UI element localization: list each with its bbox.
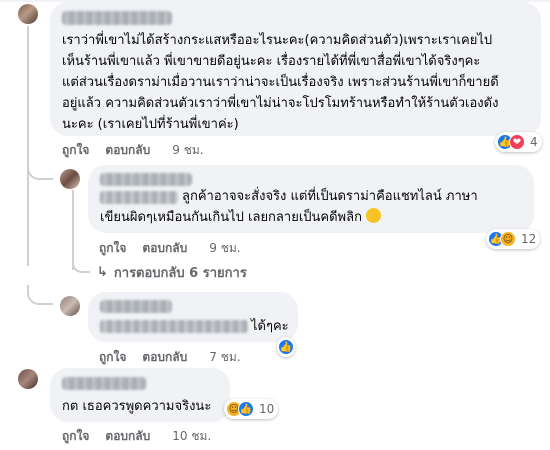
comment-bubble: ลูกค้าอาจจะสั่งจริง แต่ที่เป็นดราม่าคือแ… xyxy=(88,165,534,233)
reaction-count: 12 xyxy=(521,232,537,246)
comment-line: แต่ส่วนเรื่องดราม่าเมื่อวานเราว่าน่าจะเป… xyxy=(62,75,499,90)
comment-text: เขียนผิดๆเหมือนกันเกินไป เลยกลายเป็นคดีพ… xyxy=(100,207,530,228)
commenter-name[interactable] xyxy=(100,173,192,186)
like-button[interactable]: ถูกใจ xyxy=(62,427,89,446)
view-replies-label: การตอบกลับ 6 รายการ xyxy=(113,266,247,281)
timestamp[interactable]: 9 ชม. xyxy=(209,239,240,258)
comment-text: ลูกค้าอาจจะสั่งจริง แต่ที่เป็นดราม่าคือแ… xyxy=(182,186,532,207)
haha-icon: ☺ xyxy=(500,231,516,247)
comment-line: นะคะ (เราเคยไปที่ร้านพี่เขาค่ะ) xyxy=(62,117,239,132)
like-icon: 👍 xyxy=(278,339,294,355)
commenter-name[interactable] xyxy=(62,377,146,390)
comment-bubble: กต เธอควรพูดความจริงนะ xyxy=(50,368,230,422)
comment-actions: ถูกใจ ตอบกลับ 9 ชม. xyxy=(99,239,241,258)
thread-line xyxy=(27,26,29,266)
like-button[interactable]: ถูกใจ xyxy=(99,348,126,367)
timestamp[interactable]: 9 ชม. xyxy=(172,141,203,160)
thread-curve xyxy=(27,160,53,180)
comment-actions: ถูกใจ ตอบกลับ 7 ชม. xyxy=(99,348,241,367)
like-icon: 👍 xyxy=(238,401,254,417)
thread-curve xyxy=(72,258,90,273)
avatar[interactable] xyxy=(18,369,38,389)
comment-actions: ถูกใจ ตอบกลับ 9 ชม. xyxy=(62,141,204,160)
thread-curve xyxy=(27,285,53,305)
comment-text: ได้ๆคะ xyxy=(251,319,289,334)
tagged-name[interactable] xyxy=(100,320,248,333)
comment-line: เราว่าพี่เขาไม่ได้สร้างกระแสหรืออะไรนะคะ… xyxy=(62,33,493,48)
like-button[interactable]: ถูกใจ xyxy=(62,141,89,160)
reply-button[interactable]: ตอบกลับ xyxy=(142,348,187,367)
timestamp[interactable]: 7 ชม. xyxy=(209,348,240,367)
timestamp[interactable]: 10 ชม. xyxy=(172,427,211,446)
love-icon: ❤ xyxy=(509,134,525,150)
grin-emoji-icon xyxy=(366,208,382,223)
commenter-name[interactable] xyxy=(62,11,172,25)
reaction-summary[interactable]: ☺ 👍 10 xyxy=(224,399,279,419)
reaction-summary[interactable]: 👍 ☺ 12 xyxy=(486,229,541,249)
reaction-count: 10 xyxy=(259,402,275,416)
reply-arrow-icon: ↳ xyxy=(97,265,108,280)
avatar[interactable] xyxy=(18,4,38,24)
avatar[interactable] xyxy=(60,169,80,189)
reply-button[interactable]: ตอบกลับ xyxy=(105,141,150,160)
comment-text: กต เธอควรพูดความจริงนะ xyxy=(62,399,212,414)
view-replies-link[interactable]: ↳ การตอบกลับ 6 รายการ xyxy=(97,262,247,283)
commenter-name[interactable] xyxy=(100,300,172,313)
comment-line: อยู่แล้ว ความคิดส่วนตัวเราว่าพี่เขาไม่น่… xyxy=(62,96,499,111)
like-button[interactable]: ถูกใจ xyxy=(99,239,126,258)
avatar[interactable] xyxy=(60,296,80,316)
reply-button[interactable]: ตอบกลับ xyxy=(142,239,187,258)
comment-line: เห็นร้านพี่เขาแล้ว พี่เขาขายดีอยู่นะคะ เ… xyxy=(62,54,481,69)
comment-actions: ถูกใจ ตอบกลับ 10 ชม. xyxy=(62,427,211,446)
comment-text: เราว่าพี่เขาไม่ได้สร้างกระแสหรืออะไรนะคะ… xyxy=(62,30,540,135)
comment-line: ลูกค้าอาจจะสั่งจริง แต่ที่เป็นดราม่าคือแ… xyxy=(182,189,478,204)
reaction-summary[interactable]: 👍 ❤ 4 xyxy=(495,132,542,152)
comment-bubble: ได้ๆคะ xyxy=(88,292,298,342)
reply-button[interactable]: ตอบกลับ xyxy=(105,427,150,446)
comment-line: เขียนผิดๆเหมือนกันเกินไป เลยกลายเป็นคดีพ… xyxy=(100,210,362,225)
reaction-summary[interactable]: 👍 xyxy=(277,337,295,357)
comment-bubble: เราว่าพี่เขาไม่ได้สร้างกระแสหรืออะไรนะคะ… xyxy=(50,2,541,136)
reaction-count: 4 xyxy=(530,135,538,149)
tagged-name[interactable] xyxy=(100,191,178,204)
